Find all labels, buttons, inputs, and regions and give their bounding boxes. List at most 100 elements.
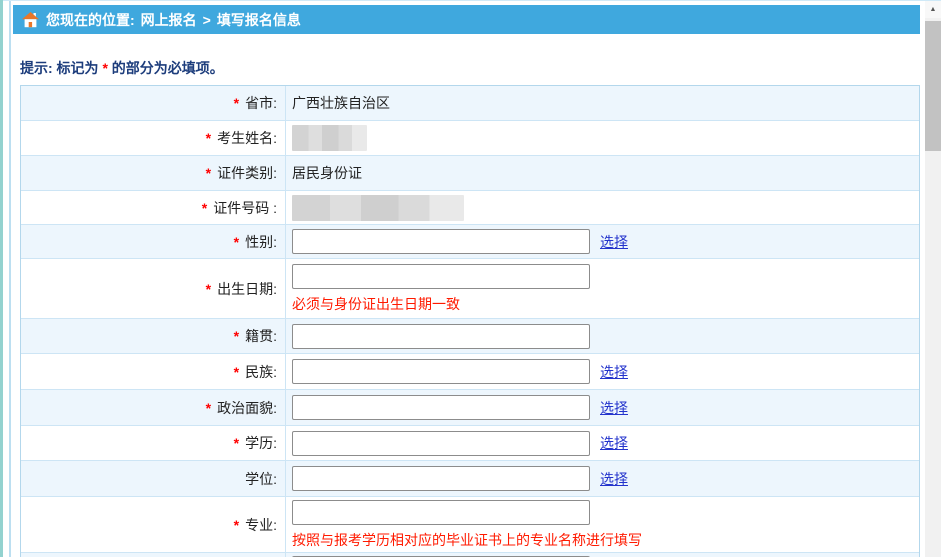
form-row-label-cell: * 籍贯: xyxy=(21,319,285,353)
form-row-value-cell: 广西壮族自治区 xyxy=(285,86,919,120)
field-note: 必须与身份证出生日期一致 xyxy=(292,294,919,314)
tip-text-after: 的部分为必填项。 xyxy=(108,60,224,76)
form-row-label-cell: * 省市: xyxy=(21,86,285,120)
home-icon xyxy=(22,12,39,28)
form-row-value-cell: 选择 xyxy=(285,225,919,258)
scrollbar-thumb[interactable] xyxy=(925,21,941,151)
form-row-degree: 学位: 选择 xyxy=(21,461,919,497)
form-row-value-cell xyxy=(285,553,919,557)
form-row-major: * 专业: 按照与报考学历相对应的毕业证书上的专业名称进行填写 xyxy=(21,497,919,553)
form-row-next-row-clipped xyxy=(21,553,919,557)
breadcrumb-prefix: 您现在的位置: xyxy=(46,10,135,30)
required-star: * xyxy=(206,400,211,416)
required-star: * xyxy=(234,95,239,111)
select-link-political-status[interactable]: 选择 xyxy=(600,398,628,418)
form-row-value-cell: 选择 xyxy=(285,354,919,389)
field-label: 考生姓名: xyxy=(217,128,277,148)
scroll-up-arrow-icon[interactable]: ▲ xyxy=(925,1,941,18)
select-link-degree[interactable]: 选择 xyxy=(600,469,628,489)
field-label: 学位: xyxy=(245,469,277,489)
select-link-ethnicity[interactable]: 选择 xyxy=(600,362,628,382)
field-input-line: 选择 xyxy=(292,431,919,456)
required-star: * xyxy=(206,130,211,146)
left-accent-line-teal xyxy=(0,0,3,557)
field-input-ethnicity[interactable] xyxy=(292,359,590,384)
breadcrumb-separator-icon: > xyxy=(203,12,211,28)
form-row-label-cell: * 性别: xyxy=(21,225,285,258)
form-row-value-cell: 选择 xyxy=(285,426,919,460)
left-accent-line-blue xyxy=(9,1,11,557)
select-link-education[interactable]: 选择 xyxy=(600,433,628,453)
redacted-value-id-number xyxy=(292,195,464,221)
form-row-label-cell: * 专业: xyxy=(21,497,285,552)
field-label: 学历: xyxy=(245,433,277,453)
field-label: 民族: xyxy=(245,362,277,382)
form-row-value-cell xyxy=(285,191,919,224)
form-row-label-cell: 学位: xyxy=(21,461,285,496)
form-row-candidate-name: * 考生姓名: xyxy=(21,121,919,156)
field-input-line: 居民身份证 xyxy=(292,163,919,183)
form-row-gender: * 性别: 选择 xyxy=(21,225,919,259)
field-label: 性别: xyxy=(245,232,277,252)
registration-form-table: * 省市: 广西壮族自治区 * 考生姓名: xyxy=(20,85,920,557)
form-row-label-cell: * 学历: xyxy=(21,426,285,460)
field-input-line xyxy=(292,195,919,221)
field-label: 专业: xyxy=(245,515,277,535)
field-label: 证件号码 : xyxy=(213,198,277,218)
field-label: 证件类别: xyxy=(217,163,277,183)
field-input-degree[interactable] xyxy=(292,466,590,491)
field-input-line xyxy=(292,500,919,525)
form-row-label-cell: * 出生日期: xyxy=(21,259,285,318)
field-input-line xyxy=(292,553,919,557)
field-input-line xyxy=(292,264,919,289)
field-input-line: 选择 xyxy=(292,359,919,384)
form-row-label-cell xyxy=(21,553,285,557)
field-label: 省市: xyxy=(245,93,277,113)
form-row-political-status: * 政治面貌: 选择 xyxy=(21,390,919,426)
field-label: 出生日期: xyxy=(217,279,277,299)
breadcrumb-bar: 您现在的位置: 网上报名 > 填写报名信息 xyxy=(13,5,920,34)
form-row-label-cell: * 考生姓名: xyxy=(21,121,285,155)
field-input-line: 选择 xyxy=(292,395,919,420)
form-row-label-cell: * 证件类别: xyxy=(21,156,285,190)
required-star: * xyxy=(234,517,239,533)
form-row-label-cell: * 证件号码 : xyxy=(21,191,285,224)
form-row-education: * 学历: 选择 xyxy=(21,426,919,461)
field-input-birth-date[interactable] xyxy=(292,264,590,289)
form-row-birth-date: * 出生日期: 必须与身份证出生日期一致 xyxy=(21,259,919,319)
form-row-id-type: * 证件类别: 居民身份证 xyxy=(21,156,919,191)
form-row-ethnicity: * 民族: 选择 xyxy=(21,354,919,390)
required-star: * xyxy=(234,435,239,451)
field-input-line xyxy=(292,324,919,349)
required-star: * xyxy=(234,234,239,250)
field-input-gender[interactable] xyxy=(292,229,590,254)
select-link-gender[interactable]: 选择 xyxy=(600,232,628,252)
required-star: * xyxy=(206,281,211,297)
form-row-value-cell: 必须与身份证出生日期一致 xyxy=(285,259,919,318)
required-star: * xyxy=(202,200,207,216)
required-star: * xyxy=(234,364,239,380)
form-row-label-cell: * 民族: xyxy=(21,354,285,389)
field-input-line: 选择 xyxy=(292,229,919,254)
field-input-major[interactable] xyxy=(292,500,590,525)
form-row-value-cell: 居民身份证 xyxy=(285,156,919,190)
top-border-line xyxy=(0,0,941,1)
field-input-education[interactable] xyxy=(292,431,590,456)
field-input-line: 广西壮族自治区 xyxy=(292,93,919,113)
form-row-value-cell: 选择 xyxy=(285,461,919,496)
required-star: * xyxy=(206,165,211,181)
form-row-value-cell xyxy=(285,121,919,155)
form-row-value-cell xyxy=(285,319,919,353)
required-star: * xyxy=(234,328,239,344)
field-value: 居民身份证 xyxy=(292,163,362,183)
form-row-value-cell: 选择 xyxy=(285,390,919,425)
field-label: 政治面貌: xyxy=(217,398,277,418)
field-input-political-status[interactable] xyxy=(292,395,590,420)
field-input-native-place[interactable] xyxy=(292,324,590,349)
breadcrumb-link-online-registration[interactable]: 网上报名 xyxy=(141,10,197,30)
vertical-scrollbar[interactable]: ▲ xyxy=(925,1,941,557)
field-input-line: 选择 xyxy=(292,466,919,491)
field-input-line xyxy=(292,125,919,151)
form-row-id-number: * 证件号码 : xyxy=(21,191,919,225)
field-label: 籍贯: xyxy=(245,326,277,346)
